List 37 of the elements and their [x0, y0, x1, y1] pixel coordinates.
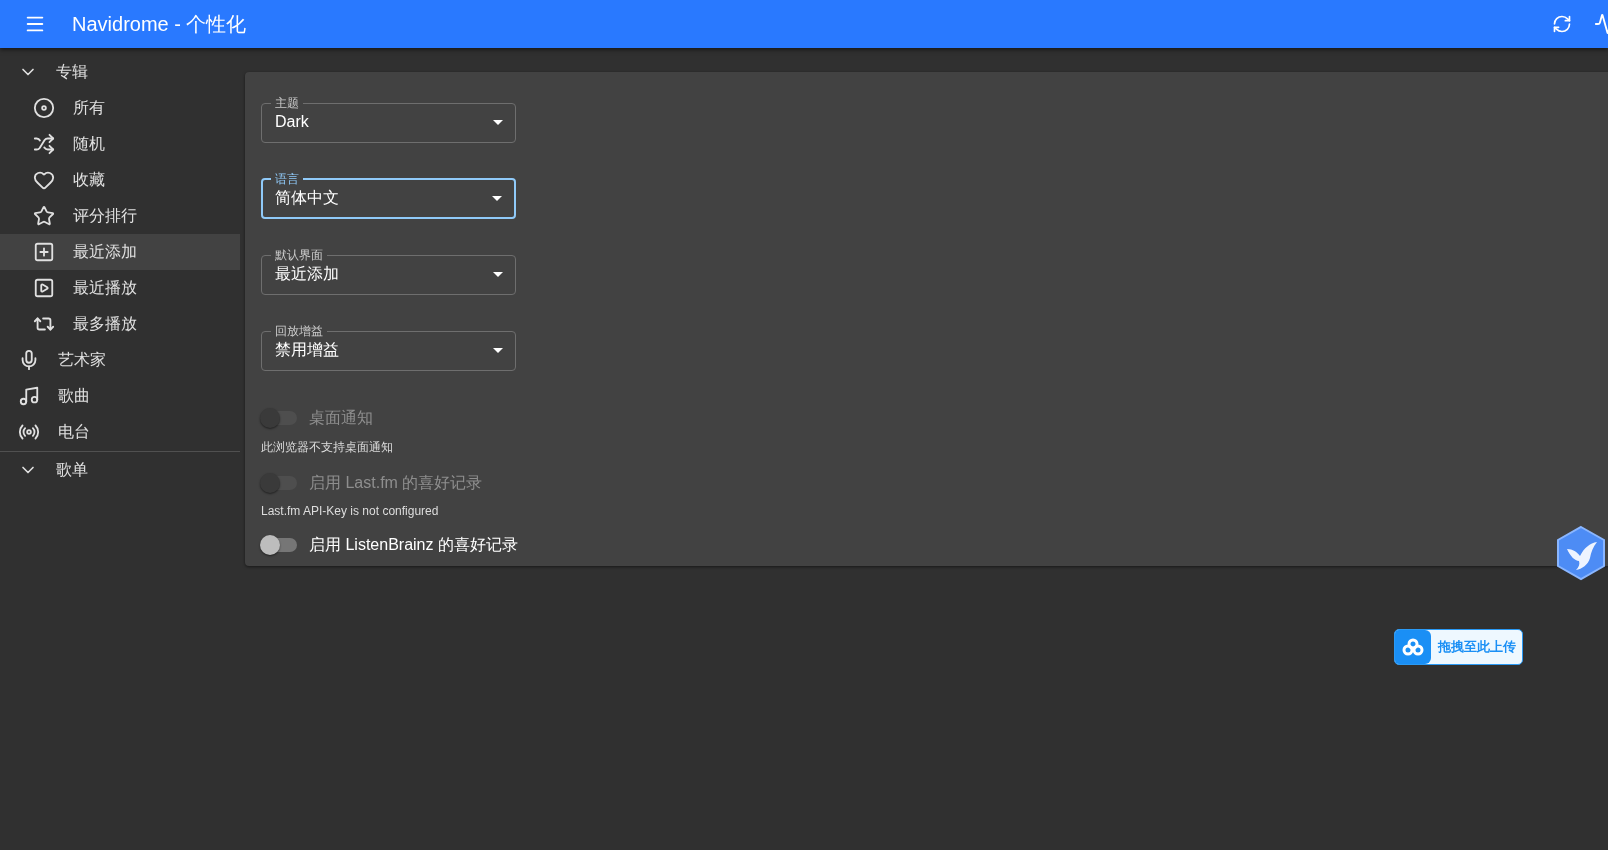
window-title: Navidrome - 个性化	[72, 11, 248, 37]
select-field[interactable]: 主题 Dark	[261, 96, 516, 143]
sidebar-item[interactable]: 所有	[0, 90, 240, 126]
sidebar-item[interactable]: 最近播放	[0, 270, 240, 306]
sidebar-item[interactable]: 专辑	[0, 54, 240, 90]
toggle-label: 启用 ListenBrainz 的喜好记录	[309, 534, 518, 555]
select-field[interactable]: 默认界面 最近添加	[261, 248, 516, 295]
sidebar-item[interactable]: 随机	[0, 126, 240, 162]
caret-icon	[492, 195, 502, 201]
sidebar-item[interactable]: 电台	[0, 414, 240, 450]
sidebar-item[interactable]: 最近添加	[0, 234, 240, 270]
caret-icon	[493, 119, 503, 125]
sidebar-icon	[33, 277, 55, 299]
helper-text: 此浏览器不支持桌面通知	[261, 439, 394, 456]
caret-icon	[493, 271, 503, 277]
helper-text: Last.fm API-Key is not configured	[261, 504, 440, 518]
toggle-label: 启用 Last.fm 的喜好记录	[309, 472, 483, 493]
sidebar-item[interactable]: 歌单	[0, 452, 240, 488]
sidebar-item[interactable]: 最多播放	[0, 306, 240, 342]
bird-badge-icon[interactable]	[1555, 525, 1607, 581]
caret-icon	[493, 347, 503, 353]
sidebar-icon	[18, 385, 40, 407]
refresh-icon	[1552, 14, 1572, 34]
select-field[interactable]: 语言 简体中文	[261, 172, 516, 219]
sidebar-icon	[33, 241, 55, 263]
cloud-icon	[1402, 638, 1424, 656]
sidebar-icon	[33, 169, 55, 191]
sidebar-item[interactable]: 收藏	[0, 162, 240, 198]
sidebar-item[interactable]: 歌曲	[0, 378, 240, 414]
sidebar-icon	[33, 133, 55, 155]
toggle-label: 桌面通知	[309, 407, 373, 428]
sidebar-icon	[33, 97, 55, 119]
toggle-switch[interactable]	[263, 538, 297, 552]
select-field[interactable]: 回放增益 禁用增益	[261, 324, 516, 371]
sidebar-item[interactable]: 艺术家	[0, 342, 240, 378]
sidebar-icon	[33, 205, 55, 227]
sidebar-item[interactable]: 评分排行	[0, 198, 240, 234]
